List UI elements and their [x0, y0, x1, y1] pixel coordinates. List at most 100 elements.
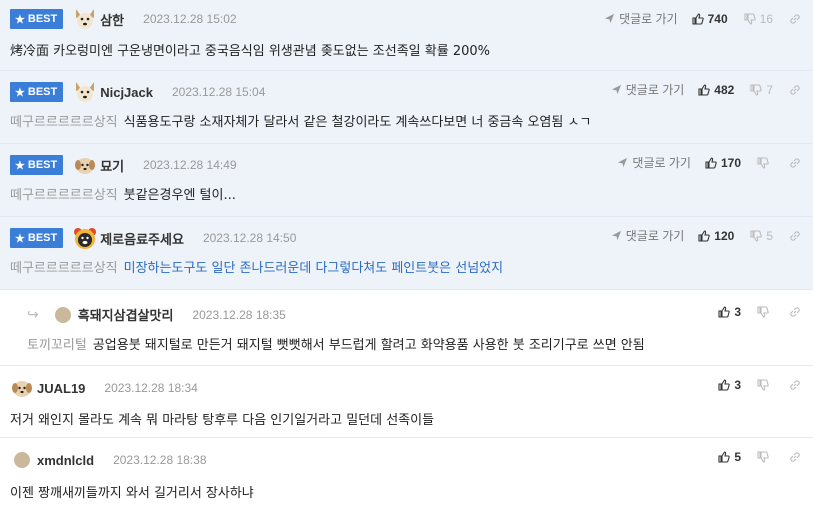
- downvote-button[interactable]: [757, 156, 773, 169]
- timestamp: 2023.12.28 18:35: [192, 307, 286, 322]
- link-icon: [790, 452, 800, 462]
- reply-link[interactable]: 댓글로 가기: [617, 154, 691, 171]
- best-label: BEST: [27, 159, 58, 171]
- downvote-button[interactable]: 5: [750, 229, 773, 243]
- comment-header: ★ BEST NicjJack 2023.12.28 15:04: [10, 80, 265, 104]
- comment-actions: 댓글로 가기 482 7: [611, 81, 801, 98]
- upvote-button[interactable]: 170: [705, 156, 741, 170]
- send-icon: [611, 230, 621, 241]
- timestamp: 2023.12.28 18:34: [104, 381, 198, 395]
- reply-label: 댓글로 가기: [625, 229, 685, 243]
- downvote-button[interactable]: 7: [750, 83, 773, 97]
- upvote-count: 482: [714, 82, 735, 97]
- best-label: BEST: [27, 232, 58, 244]
- dog-avatar-icon[interactable]: [73, 7, 97, 31]
- comment-actions: 댓글로 가기 170: [617, 154, 801, 171]
- comment-body: 저거 왜인지 몰라도 계속 뭐 마라탕 탕후루 다음 인기일거라고 밀던데 선족…: [10, 409, 434, 428]
- comment-item: ★ BEST 삼한 2023.12.28 15:02 댓글로 가기 740 16 …: [0, 0, 813, 71]
- reply-link[interactable]: 댓글로 가기: [611, 227, 685, 244]
- thumbs-down-icon: [757, 379, 769, 391]
- timestamp: 2023.12.28 14:50: [202, 231, 297, 245]
- star-icon: ★: [15, 13, 25, 26]
- timestamp: 2023.12.28 18:38: [113, 453, 207, 467]
- comment-actions: 3: [718, 378, 801, 392]
- comment-text: 붓같은경우엔 털이...: [123, 188, 236, 203]
- upvote-button[interactable]: 120: [698, 229, 734, 243]
- nickname[interactable]: 흑돼지삼겹살맛리: [78, 305, 174, 324]
- comment-item-reply: ↪ 흑돼지삼겹살맛리 2023.12.28 18:35 3 토끼꼬리털 공업용붓 …: [0, 290, 813, 366]
- nickname[interactable]: JUAL19: [37, 381, 85, 396]
- upvote-button[interactable]: 3: [718, 305, 741, 319]
- best-label: BEST: [27, 13, 58, 25]
- nickname[interactable]: 제로음료주세요: [100, 229, 184, 248]
- downvote-button[interactable]: [757, 379, 773, 391]
- reply-target[interactable]: 토끼꼬리털: [27, 338, 87, 353]
- link-icon: [790, 380, 800, 390]
- best-badge: ★ BEST: [10, 228, 64, 248]
- thumbs-up-icon: [698, 83, 710, 96]
- comment-item: ★ BEST NicjJack 2023.12.28 15:04 댓글로 가기 4…: [0, 71, 813, 144]
- reply-target[interactable]: 떼구르르르르르상직: [10, 188, 118, 203]
- comment-header: ↪ 흑돼지삼겹살맛리 2023.12.28 18:35: [27, 305, 286, 324]
- comment-list: ★ BEST 삼한 2023.12.28 15:02 댓글로 가기 740 16 …: [0, 0, 813, 506]
- link-button[interactable]: [789, 306, 801, 318]
- upvote-count: 120: [714, 228, 735, 243]
- comment-item: JUAL19 2023.12.28 18:34 3 저거 왜인지 몰라도 계속 …: [0, 366, 813, 438]
- puppy-avatar-icon[interactable]: [10, 376, 34, 400]
- link-button[interactable]: [789, 230, 801, 242]
- reply-target[interactable]: 떼구르르르르르상직: [10, 115, 118, 130]
- thumbs-down-icon: [757, 451, 769, 463]
- reply-link[interactable]: 댓글로 가기: [611, 81, 685, 98]
- avatar-icon[interactable]: [54, 306, 71, 323]
- dog-avatar-icon[interactable]: [73, 80, 97, 104]
- avatar-icon[interactable]: [14, 452, 30, 468]
- puppy-avatar-icon[interactable]: [73, 153, 97, 177]
- nickname[interactable]: NicjJack: [100, 85, 153, 100]
- upvote-button[interactable]: 740: [692, 12, 728, 26]
- reply-target[interactable]: 떼구르르르르르상직: [10, 261, 118, 276]
- comment-body: 토끼꼬리털 공업용붓 돼지털로 만든거 돼지털 뻣뻣해서 부드럽게 할려고 화약용…: [27, 334, 645, 353]
- comment-text: 烤冷面 카오렁미엔 구운냉면이라고 중국음식임 위생관념 좆도없는 조선족일 확…: [10, 44, 490, 59]
- link-button[interactable]: [789, 84, 801, 96]
- timestamp: 2023.12.28 15:04: [171, 85, 266, 99]
- comment-actions: 3: [718, 305, 801, 319]
- thumbs-up-icon: [718, 306, 731, 318]
- comment-header: ★ BEST 삼한 2023.12.28 15:02: [10, 7, 237, 31]
- comment-body: 떼구르르르르르상직 식품용도구랑 소재자체가 달라서 같은 철강이라도 계속쓰다보…: [10, 111, 591, 130]
- bear-avatar-icon[interactable]: [73, 226, 97, 250]
- downvote-button[interactable]: [757, 451, 773, 463]
- thumbs-down-icon: [744, 12, 756, 25]
- downvote-count: 7: [766, 82, 773, 97]
- comment-item: xmdnlcld 2023.12.28 18:38 5 이젠 짱깨새끼들까지 와…: [0, 438, 813, 506]
- upvote-count: 5: [734, 450, 741, 464]
- send-icon: [604, 13, 615, 24]
- comment-header: xmdnlcld 2023.12.28 18:38: [14, 452, 207, 468]
- reply-link[interactable]: 댓글로 가기: [604, 10, 678, 27]
- link-button[interactable]: [789, 157, 801, 169]
- thumbs-down-icon: [757, 156, 769, 169]
- thumbs-up-icon: [692, 12, 704, 25]
- reply-arrow-icon: ↪: [27, 306, 39, 323]
- nickname[interactable]: xmdnlcld: [37, 453, 94, 468]
- link-icon: [790, 13, 800, 24]
- upvote-button[interactable]: 5: [718, 450, 741, 464]
- link-button[interactable]: [789, 379, 801, 391]
- reply-label: 댓글로 가기: [625, 83, 685, 97]
- link-button[interactable]: [789, 13, 801, 25]
- downvote-button[interactable]: 16: [744, 12, 773, 26]
- comment-text: 공업용붓 돼지털로 만든거 돼지털 뻣뻣해서 부드럽게 할려고 화약용품 사용한…: [92, 338, 645, 353]
- timestamp: 2023.12.28 15:02: [143, 12, 237, 26]
- thumbs-down-icon: [750, 83, 763, 96]
- best-badge: ★ BEST: [10, 155, 64, 175]
- upvote-button[interactable]: 3: [718, 378, 741, 392]
- link-button[interactable]: [789, 451, 801, 463]
- upvote-button[interactable]: 482: [698, 83, 734, 97]
- downvote-count: 5: [766, 228, 773, 243]
- thumbs-up-icon: [698, 229, 710, 242]
- nickname[interactable]: 묘기: [100, 156, 124, 175]
- nickname[interactable]: 삼한: [100, 10, 124, 29]
- upvote-count: 3: [734, 378, 741, 392]
- upvote-count: 3: [734, 305, 741, 319]
- downvote-button[interactable]: [757, 306, 773, 318]
- upvote-count: 740: [707, 11, 728, 26]
